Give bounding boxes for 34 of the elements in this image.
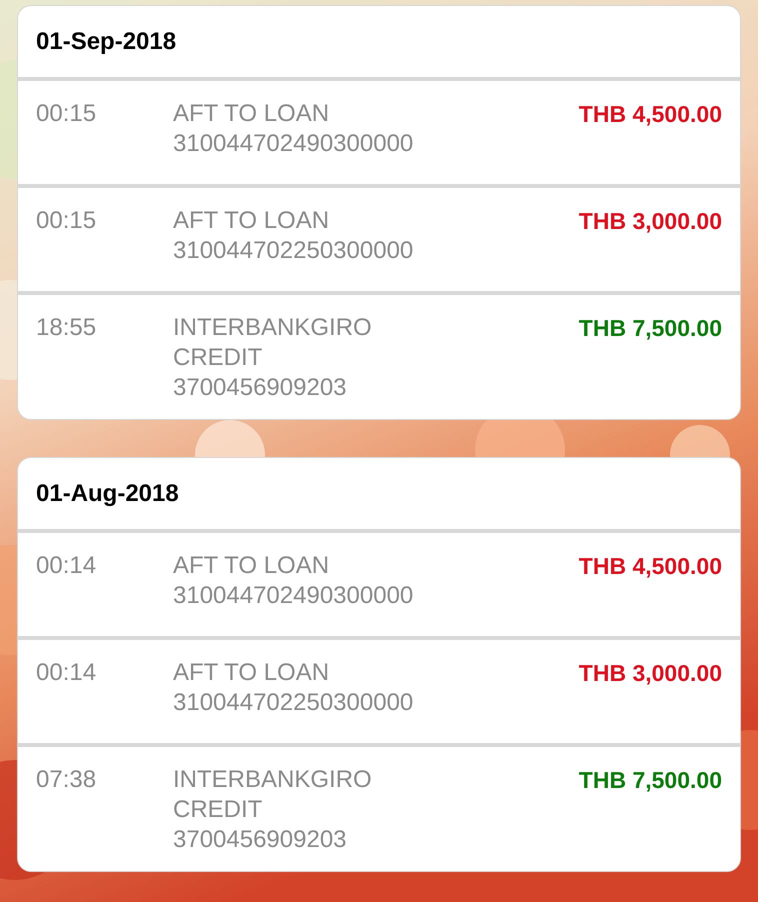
transaction-description: 310044702490300000 bbox=[173, 129, 414, 159]
transaction-row[interactable]: 00:14 AFT TO LOAN 310044702490300000 THB 4,500.00 bbox=[18, 533, 740, 640]
transaction-description: 3700456909203 bbox=[173, 373, 348, 403]
transaction-row[interactable]: 00:15 AFT TO LOAN 310044702490300000 THB 4,500.00 bbox=[18, 81, 740, 188]
transaction-amount: THB 3,000.00 bbox=[578, 659, 722, 688]
transaction-time: 00:15 bbox=[36, 99, 98, 129]
transaction-description: AFT TO LOAN bbox=[173, 99, 330, 129]
transaction-row[interactable]: 07:38 INTERBANKGIRO CREDIT 3700456909203 THB 7,500.00 bbox=[18, 747, 740, 871]
transaction-time: 00:14 bbox=[36, 658, 98, 688]
transaction-time: 18:55 bbox=[36, 313, 98, 343]
transaction-amount: THB 4,500.00 bbox=[578, 552, 722, 581]
transaction-row[interactable]: 18:55 INTERBANKGIRO CREDIT 3700456909203 THB 7,500.00 bbox=[18, 295, 740, 419]
transaction-description: CREDIT bbox=[173, 343, 264, 373]
transaction-description: AFT TO LOAN bbox=[173, 658, 330, 688]
transaction-description: 3700456909203 bbox=[173, 825, 348, 855]
transaction-amount: THB 7,500.00 bbox=[578, 766, 722, 795]
transaction-description: 310044702250300000 bbox=[173, 688, 414, 718]
transaction-description: INTERBANKGIRO bbox=[173, 765, 373, 795]
date-heading: 01-Aug-2018 bbox=[36, 478, 179, 508]
transaction-description: CREDIT bbox=[173, 795, 264, 825]
transaction-row[interactable]: 00:14 AFT TO LOAN 310044702250300000 THB 3,000.00 bbox=[18, 640, 740, 747]
transaction-amount: THB 7,500.00 bbox=[578, 314, 722, 343]
date-heading: 01-Sep-2018 bbox=[36, 26, 176, 56]
transaction-time: 07:38 bbox=[36, 765, 98, 795]
transaction-amount: THB 4,500.00 bbox=[578, 100, 722, 129]
transaction-amount: THB 3,000.00 bbox=[578, 207, 722, 236]
transaction-time: 00:15 bbox=[36, 206, 98, 236]
transaction-row[interactable]: 00:15 AFT TO LOAN 310044702250300000 THB 3,000.00 bbox=[18, 188, 740, 295]
transaction-description: AFT TO LOAN bbox=[173, 551, 330, 581]
transaction-description: AFT TO LOAN bbox=[173, 206, 330, 236]
transaction-description: INTERBANKGIRO bbox=[173, 313, 373, 343]
transaction-description: 310044702250300000 bbox=[173, 236, 414, 266]
transaction-time: 00:14 bbox=[36, 551, 98, 581]
transaction-description: 310044702490300000 bbox=[173, 581, 414, 611]
